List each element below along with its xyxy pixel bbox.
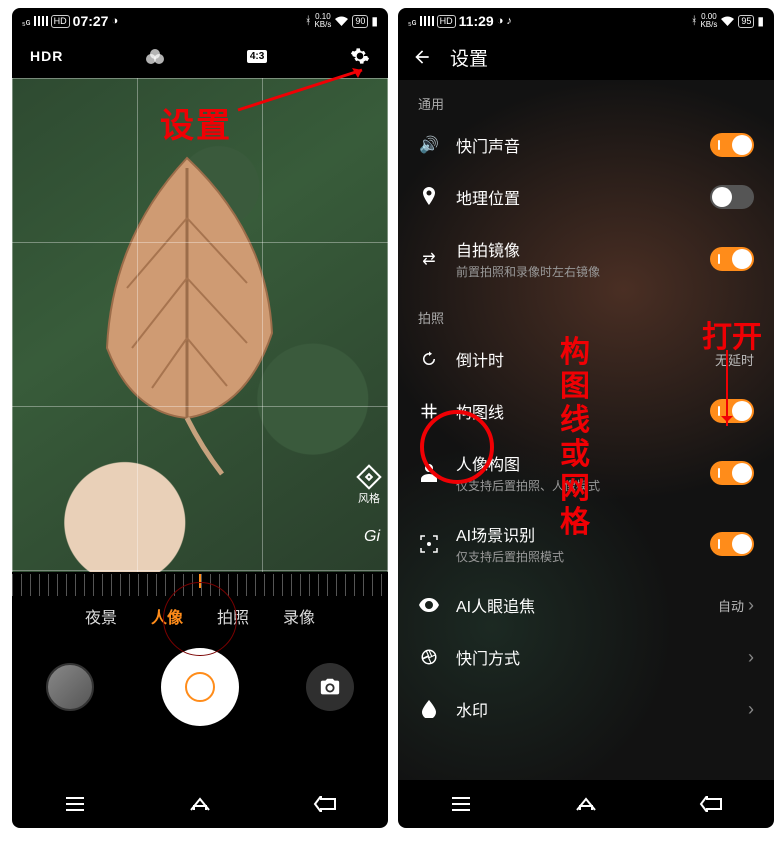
eye-icon — [418, 598, 440, 612]
toggle-grid-lines[interactable] — [710, 399, 754, 423]
toggle-ai-scene[interactable] — [710, 532, 754, 556]
nav-back-button[interactable] — [312, 791, 338, 817]
battery-icon: ▮ — [757, 14, 764, 28]
shutter-inner-ring — [185, 672, 215, 702]
status-right-cluster: ᚼ 0.10KB/s 90 ▮ — [305, 13, 378, 29]
status-left-cluster: HD 11:29 ◑ ♪ — [408, 13, 512, 29]
grid-icon — [418, 403, 440, 419]
row-shutter-mode[interactable]: 快门方式 › — [398, 631, 774, 683]
network-type — [22, 14, 31, 28]
nav-home-button[interactable] — [187, 791, 213, 817]
status-bar: HD 07:27 ◑ ᚼ 0.10KB/s 90 ▮ — [12, 8, 388, 34]
alarm-icon: ◑ — [497, 15, 504, 27]
style-icon — [356, 464, 381, 489]
status-bar: HD 11:29 ◑ ♪ ᚼ 0.00KB/s 95 ▮ — [398, 8, 774, 34]
nav-back-button[interactable] — [698, 791, 724, 817]
camera-app-screen: HD 07:27 ◑ ᚼ 0.10KB/s 90 ▮ HDR 4:3 — [12, 8, 388, 828]
status-right-cluster: ᚼ 0.00KB/s 95 ▮ — [691, 13, 764, 29]
style-label: 风格 — [358, 490, 380, 506]
person-icon — [418, 464, 440, 482]
gallery-thumbnail[interactable] — [46, 663, 94, 711]
aspect-ratio-toggle[interactable]: 4:3 — [247, 50, 267, 63]
toggle-selfie-mirror[interactable] — [710, 247, 754, 271]
section-photo-title: 拍照 — [398, 294, 774, 333]
nav-menu-button[interactable] — [62, 791, 88, 817]
location-icon — [418, 187, 440, 207]
wifi-icon — [334, 16, 349, 27]
back-button[interactable] — [412, 47, 432, 67]
chevron-right-icon: › — [748, 699, 754, 720]
scan-icon — [418, 535, 440, 553]
settings-button[interactable] — [350, 46, 370, 66]
chevron-right-icon: › — [748, 595, 754, 616]
system-nav-bar — [12, 780, 388, 828]
zoom-ruler[interactable] — [12, 574, 388, 596]
bluetooth-icon: ᚼ — [691, 15, 698, 27]
bluetooth-icon: ᚼ — [305, 15, 312, 27]
gear-icon — [350, 46, 370, 66]
arrow-left-icon — [412, 47, 432, 67]
mirror-icon: ⇄ — [418, 249, 440, 269]
droplet-icon — [418, 700, 440, 718]
signal-bars-icon — [34, 16, 48, 26]
row-shutter-sound[interactable]: 🔊 快门声音 — [398, 119, 774, 171]
viewfinder[interactable]: 风格 Gi ƒ2.0 虚化 — [12, 78, 388, 572]
camera-settings-screen: HD 11:29 ◑ ♪ ᚼ 0.00KB/s 95 ▮ 设置 通用 🔊 快门声… — [398, 8, 774, 828]
style-button[interactable]: 风格 — [358, 468, 380, 506]
nav-home-button[interactable] — [573, 791, 599, 817]
toggle-portrait-composition[interactable] — [710, 461, 754, 485]
aperture-icon — [418, 648, 440, 666]
mode-night[interactable]: 夜景 — [85, 604, 117, 628]
row-selfie-mirror[interactable]: ⇄ 自拍镜像 前置拍照和录像时左右镜像 — [398, 223, 774, 294]
timer-icon — [418, 350, 440, 368]
tiktok-icon: ♪ — [506, 15, 512, 27]
shutter-row — [12, 634, 388, 726]
system-nav-bar — [398, 780, 774, 828]
mode-video[interactable]: 录像 — [283, 604, 315, 628]
signal-bars-icon — [420, 16, 434, 26]
switch-camera-button[interactable] — [306, 663, 354, 711]
gi-button[interactable]: Gi — [364, 528, 380, 546]
network-type — [408, 14, 417, 28]
net-speed: 0.10KB/s — [314, 13, 331, 29]
chevron-right-icon: › — [748, 647, 754, 668]
filters-icon[interactable] — [146, 49, 164, 63]
mode-selector[interactable]: 夜景 人像 拍照 录像 — [12, 596, 388, 634]
toggle-shutter-sound[interactable] — [710, 133, 754, 157]
row-grid-lines[interactable]: 构图线 — [398, 385, 774, 437]
camera-toolbar: HDR 4:3 — [12, 34, 388, 78]
shutter-button[interactable] — [161, 648, 239, 726]
battery-icon: ▮ — [371, 14, 378, 28]
nav-menu-button[interactable] — [448, 791, 474, 817]
volume-icon: 🔊 — [418, 135, 440, 155]
settings-list[interactable]: 通用 🔊 快门声音 地理位置 ⇄ 自拍镜像 前置拍照和录像时左右镜像 拍照 倒计… — [398, 80, 774, 780]
row-geolocation[interactable]: 地理位置 — [398, 171, 774, 223]
battery-badge: 90 — [352, 15, 368, 28]
hdr-toggle[interactable]: HDR — [30, 48, 63, 64]
net-speed: 0.00KB/s — [700, 13, 717, 29]
row-ai-scene[interactable]: AI场景识别 仅支持后置拍照模式 — [398, 508, 774, 579]
composition-grid-overlay — [12, 78, 388, 572]
mode-portrait[interactable]: 人像 — [151, 604, 183, 628]
status-left-cluster: HD 07:27 ◑ — [22, 13, 118, 29]
clock: 07:27 — [73, 13, 109, 29]
section-general-title: 通用 — [398, 80, 774, 119]
row-portrait-composition[interactable]: 人像构图 仅支持后置拍照、人像模式 — [398, 437, 774, 508]
hd-badge: HD — [51, 15, 70, 28]
hd-badge: HD — [437, 15, 456, 28]
clock: 11:29 — [459, 13, 494, 29]
wifi-icon — [720, 16, 735, 27]
row-eye-tracking[interactable]: AI人眼追焦 自动› — [398, 579, 774, 631]
alarm-icon: ◑ — [111, 15, 118, 27]
mode-photo[interactable]: 拍照 — [217, 604, 249, 628]
toggle-geolocation[interactable] — [710, 185, 754, 209]
camera-icon — [319, 676, 341, 698]
battery-badge: 95 — [738, 15, 754, 28]
row-watermark[interactable]: 水印 › — [398, 683, 774, 735]
settings-header: 设置 — [398, 34, 774, 80]
timer-value: 无延时 — [715, 350, 754, 369]
row-timer[interactable]: 倒计时 无延时 — [398, 333, 774, 385]
settings-title: 设置 — [450, 44, 488, 71]
